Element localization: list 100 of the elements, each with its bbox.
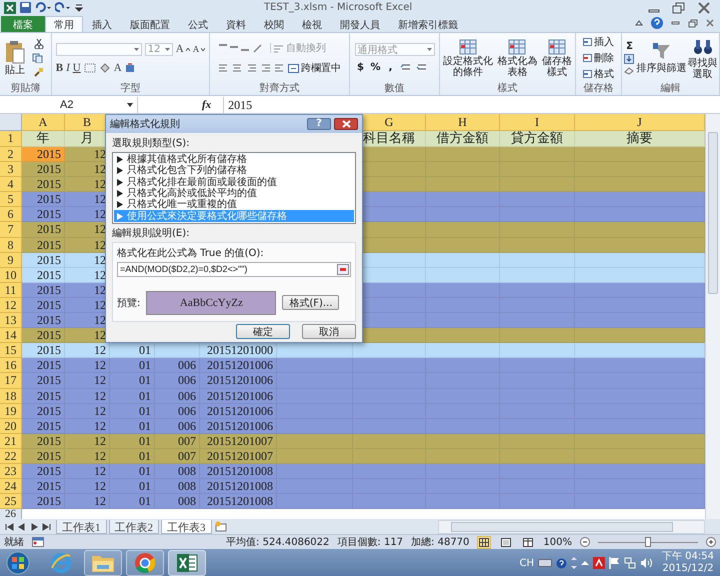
row-header[interactable]: 22 bbox=[0, 448, 22, 464]
taskbar-button[interactable] bbox=[126, 550, 164, 576]
ribbon-tab[interactable]: 版面配置 bbox=[121, 16, 179, 32]
show-hidden-icons-icon[interactable] bbox=[581, 560, 589, 566]
number-format-button[interactable]: , bbox=[384, 62, 396, 73]
macro-record-icon[interactable] bbox=[32, 537, 44, 547]
font-name-field[interactable] bbox=[56, 42, 142, 56]
ribbon-tab[interactable]: 校閱 bbox=[255, 16, 293, 32]
flag-icon[interactable] bbox=[609, 557, 620, 569]
ribbon-tab[interactable]: 新增索引標籤 bbox=[389, 16, 467, 32]
zoom-out-icon[interactable] bbox=[580, 537, 590, 547]
number-format-button[interactable]: $ bbox=[354, 62, 366, 73]
font-color-button[interactable]: A bbox=[114, 62, 122, 74]
cells-button[interactable]: 刪除 bbox=[583, 51, 614, 65]
column-header[interactable]: J bbox=[575, 114, 705, 131]
row-header[interactable]: 21 bbox=[0, 434, 22, 449]
column-header[interactable]: A bbox=[22, 114, 65, 131]
row-header[interactable]: 25 bbox=[0, 494, 22, 510]
close-icon[interactable] bbox=[698, 2, 710, 14]
ribbon-tab[interactable]: 常用 bbox=[45, 16, 83, 32]
rule-type-item[interactable]: 只格式化包含下列的儲存格 bbox=[114, 165, 354, 177]
row-header[interactable]: 9 bbox=[0, 252, 22, 268]
font-style-button[interactable]: I bbox=[66, 62, 70, 74]
collapse-ribbon-icon[interactable] bbox=[635, 19, 643, 27]
row-header[interactable]: 3 bbox=[0, 162, 22, 178]
row-header[interactable]: 26 bbox=[0, 509, 22, 519]
minimize-icon[interactable] bbox=[671, 19, 680, 27]
rule-type-item[interactable]: 根據其值格式化所有儲存格 bbox=[114, 154, 354, 166]
font-style-button[interactable]: B bbox=[56, 62, 64, 74]
style-button[interactable]: 格式化為 表格 bbox=[497, 38, 538, 78]
row-header[interactable]: 24 bbox=[0, 479, 22, 494]
restore-icon[interactable] bbox=[672, 2, 686, 14]
find-select-button[interactable]: 尋找與 選取 bbox=[688, 36, 718, 80]
start-button[interactable] bbox=[6, 551, 30, 575]
save-icon[interactable] bbox=[20, 2, 31, 13]
close-button[interactable] bbox=[334, 118, 358, 130]
antivirus-icon[interactable] bbox=[593, 557, 605, 569]
row-header[interactable]: 16 bbox=[0, 358, 22, 374]
rule-type-item[interactable]: 只格式化排在最前面或最後面的值 bbox=[114, 176, 354, 188]
row-header[interactable]: 11 bbox=[0, 282, 22, 298]
merge-center-button[interactable]: 跨欄置中 bbox=[288, 61, 341, 75]
align-top-icon[interactable] bbox=[218, 44, 250, 52]
column-header[interactable]: I bbox=[500, 114, 575, 131]
row-header[interactable]: 15 bbox=[0, 343, 22, 358]
ribbon-tab[interactable]: 檢視 bbox=[293, 16, 331, 32]
file-tab[interactable]: 檔案 bbox=[1, 16, 45, 32]
speaker-icon[interactable] bbox=[640, 557, 652, 569]
row-header[interactable]: 19 bbox=[0, 404, 22, 419]
ribbon-tab[interactable]: 公式 bbox=[179, 16, 217, 32]
fill-down-icon[interactable] bbox=[624, 54, 634, 64]
sheet-tab[interactable]: 工作表3 bbox=[161, 520, 212, 534]
taskbar-button[interactable] bbox=[168, 550, 206, 576]
sheet-tab[interactable]: 工作表2 bbox=[108, 520, 159, 534]
grow-font-button[interactable]: A bbox=[176, 43, 190, 55]
cells-button[interactable]: 插入 bbox=[583, 35, 614, 49]
ribbon-tab[interactable]: 開發人員 bbox=[331, 16, 389, 32]
row-header[interactable]: 13 bbox=[0, 313, 22, 328]
help-icon[interactable] bbox=[556, 558, 567, 568]
ribbon-tab[interactable]: 資料 bbox=[217, 16, 255, 32]
row-header[interactable]: 6 bbox=[0, 207, 22, 222]
name-box[interactable]: A2 bbox=[0, 96, 138, 112]
formula-field[interactable]: =AND(MOD($D2,2)=0,$D2<>"") bbox=[117, 262, 351, 277]
clock-date[interactable]: 2015/12/2 bbox=[662, 563, 714, 575]
shrink-font-button[interactable]: A bbox=[192, 44, 206, 54]
align-left-icon[interactable] bbox=[218, 64, 258, 72]
autosum-button[interactable]: Σ bbox=[624, 41, 636, 52]
row-header[interactable]: 12 bbox=[0, 298, 22, 314]
scissors-icon[interactable] bbox=[34, 39, 44, 49]
number-format-button[interactable]: % bbox=[370, 62, 382, 73]
row-header[interactable]: 20 bbox=[0, 418, 22, 434]
ribbon-tab[interactable]: 插入 bbox=[83, 16, 121, 32]
taskbar-button[interactable] bbox=[84, 550, 122, 576]
row-header[interactable]: 14 bbox=[0, 328, 22, 344]
zoom-slider-thumb[interactable] bbox=[645, 536, 651, 546]
style-button[interactable]: 儲存格 樣式 bbox=[542, 38, 572, 78]
format-button[interactable]: 格式(F)... bbox=[282, 295, 340, 310]
page-break-button[interactable] bbox=[521, 536, 536, 548]
row-header[interactable]: 17 bbox=[0, 373, 22, 388]
font-style-button[interactable]: U bbox=[72, 62, 81, 74]
restore-icon[interactable] bbox=[688, 18, 698, 28]
row-header[interactable]: 23 bbox=[0, 464, 22, 480]
row-header[interactable]: 18 bbox=[0, 388, 22, 404]
collapse-dialog-icon[interactable] bbox=[337, 264, 349, 275]
new-sheet-icon[interactable] bbox=[214, 521, 228, 532]
sort-filter-button[interactable]: 排序與篩選 bbox=[636, 41, 686, 75]
customize-icon[interactable] bbox=[75, 2, 83, 13]
row-header[interactable]: 7 bbox=[0, 222, 22, 238]
undo-icon[interactable] bbox=[35, 2, 51, 13]
column-header[interactable]: H bbox=[426, 114, 500, 131]
zoom-in-icon[interactable] bbox=[706, 537, 716, 547]
redo-icon[interactable] bbox=[55, 2, 71, 13]
ok-button[interactable]: 確定 bbox=[236, 324, 290, 339]
help-icon[interactable] bbox=[651, 17, 663, 29]
rule-type-item[interactable]: 只格式化唯一或重複的值 bbox=[114, 199, 354, 210]
cancel-button[interactable]: 取消 bbox=[302, 324, 356, 339]
rule-type-item[interactable]: 只格式化高於或低於平均的值 bbox=[114, 188, 354, 200]
brush-icon[interactable] bbox=[34, 67, 44, 77]
normal-view-button[interactable] bbox=[477, 536, 492, 548]
close-icon[interactable] bbox=[706, 19, 714, 27]
indent-icon[interactable] bbox=[261, 64, 285, 72]
